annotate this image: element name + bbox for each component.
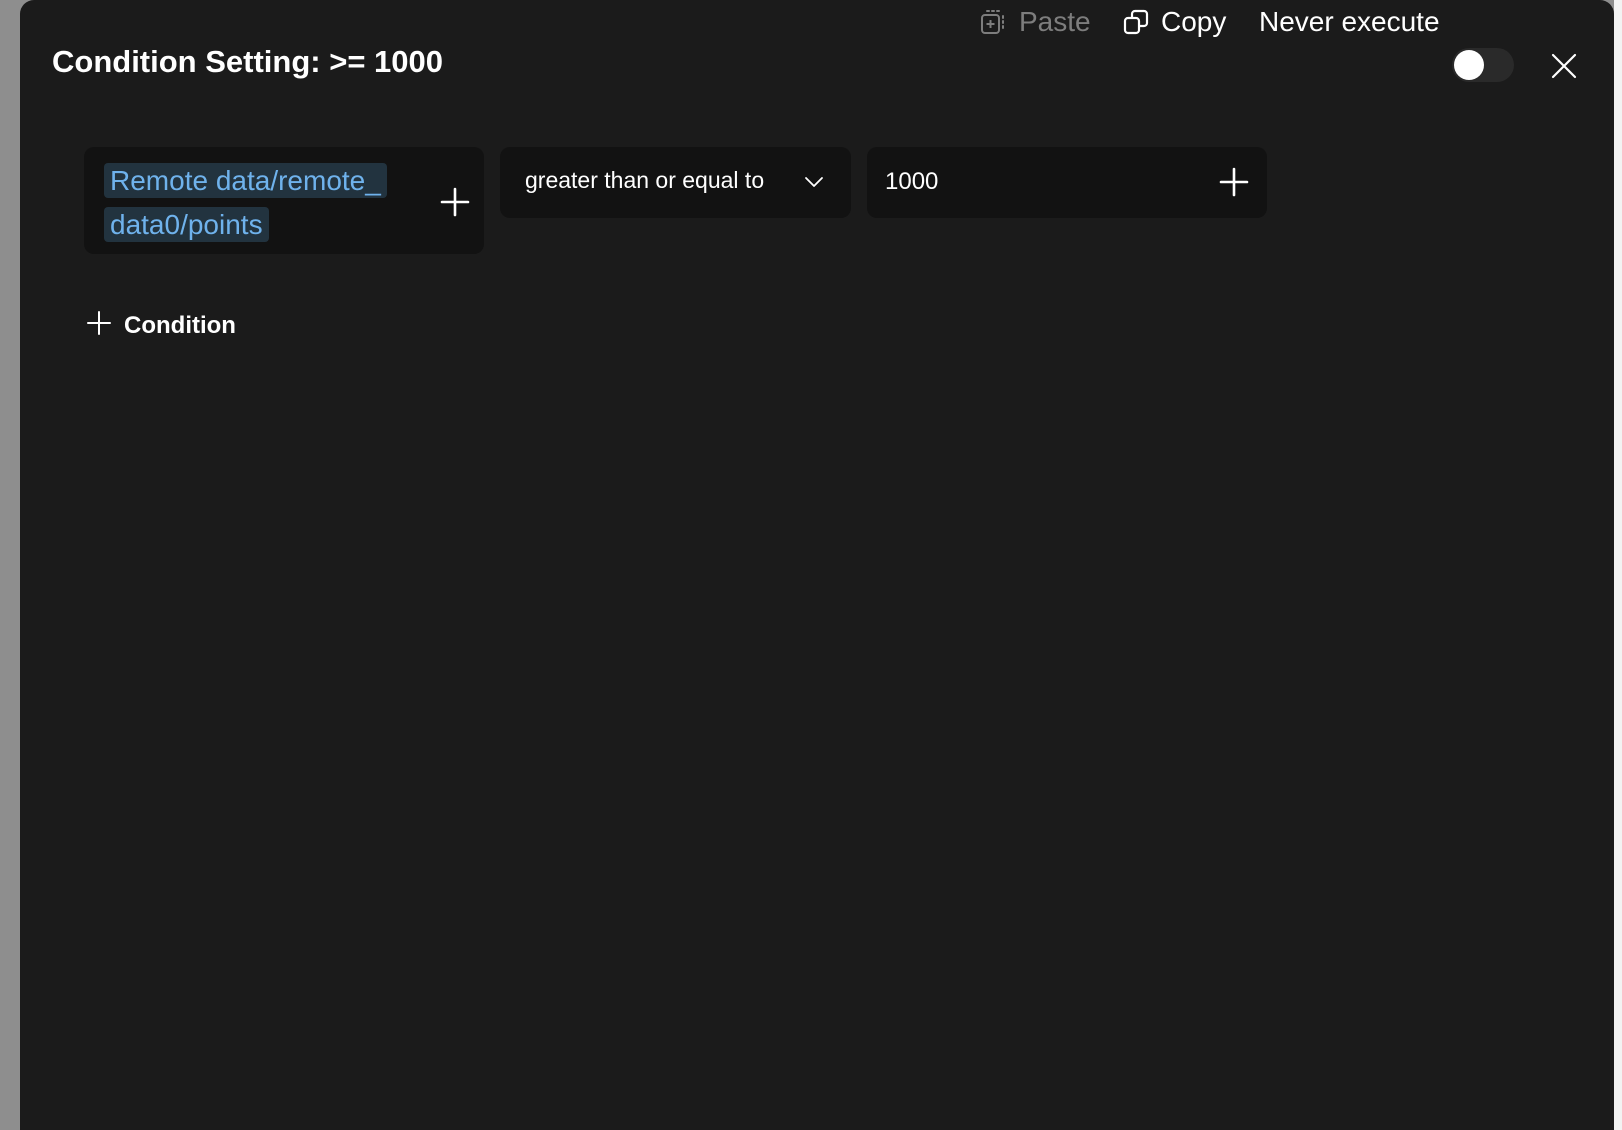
variable-reference: Remote data/remote_ data0/points	[104, 159, 404, 247]
copy-icon	[1123, 9, 1149, 35]
copy-button[interactable]: Copy	[1123, 0, 1226, 44]
add-variable-plus-icon[interactable]	[438, 185, 472, 219]
never-execute-label: Never execute	[1259, 6, 1440, 37]
paste-icon	[979, 8, 1007, 36]
variable-chip-line2: data0/points	[104, 207, 269, 242]
copy-label: Copy	[1161, 6, 1227, 37]
toggle-knob	[1454, 50, 1484, 80]
add-value-plus-icon[interactable]	[1217, 165, 1251, 199]
paste-button[interactable]: Paste	[979, 0, 1091, 44]
operator-select[interactable]: greater than or equal to	[500, 147, 851, 218]
operator-value: greater than or equal to	[525, 167, 765, 193]
value-input[interactable]	[885, 162, 1185, 202]
dialog-title: Condition Setting: >= 1000	[52, 44, 443, 79]
variable-chip-line1: Remote data/remote_	[104, 163, 387, 198]
condition-variable-field[interactable]: Remote data/remote_ data0/points	[84, 147, 484, 254]
add-condition-label: Condition	[124, 312, 236, 339]
add-condition-button[interactable]: Condition	[86, 306, 236, 346]
paste-label: Paste	[1019, 6, 1091, 37]
condition-setting-dialog: Condition Setting: >= 1000 Paste Copy Ne…	[20, 0, 1614, 1130]
close-icon[interactable]	[1548, 50, 1580, 82]
plus-icon	[86, 310, 124, 343]
chevron-down-icon	[803, 171, 825, 193]
condition-value-field[interactable]	[867, 147, 1267, 218]
background-window-edge	[1614, 0, 1622, 1130]
never-execute-toggle[interactable]	[1452, 48, 1514, 82]
